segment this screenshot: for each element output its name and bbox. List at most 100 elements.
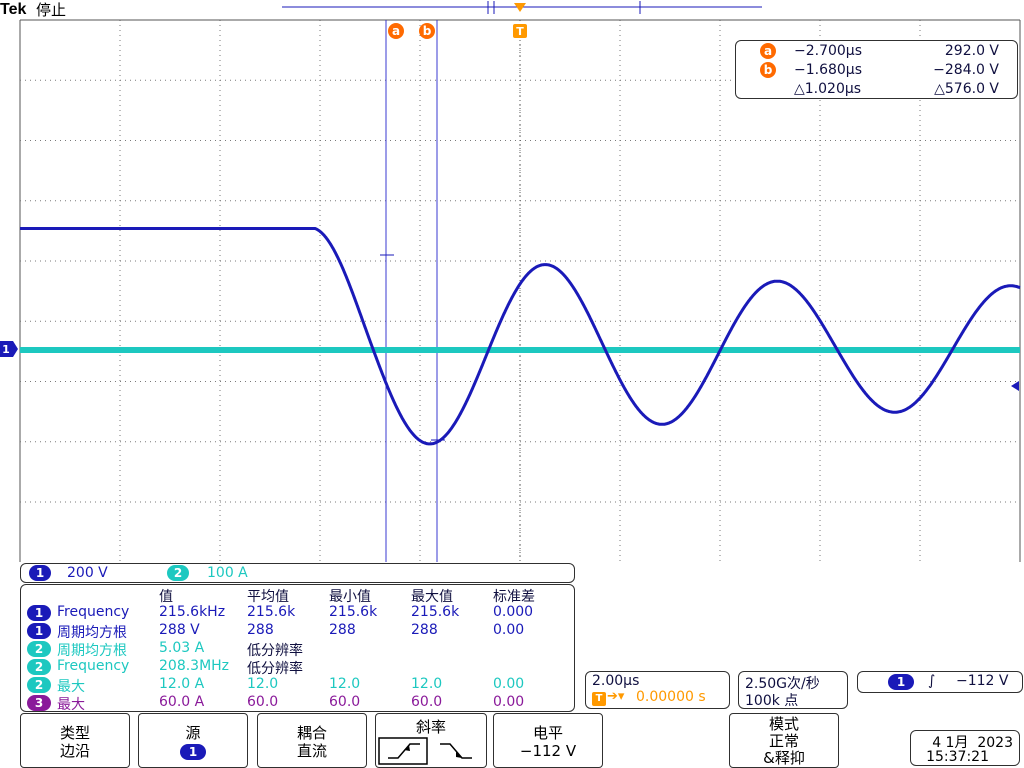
measurement-max: 60.0	[411, 694, 443, 710]
measurement-mean: 215.6k	[247, 604, 296, 620]
svg-text:T: T	[516, 25, 524, 38]
measurement-mean: 60.0	[247, 694, 279, 710]
measurement-min: 12.0	[329, 676, 361, 692]
horizontal-position: 0.00000 s	[636, 689, 706, 705]
measurement-name: Frequency	[57, 658, 130, 674]
cursor-a-row: a −2.700µs 292.0 V	[736, 43, 1017, 61]
measurement-channel-badge: 3	[27, 695, 51, 711]
menu-coupling-value: 直流	[296, 742, 327, 760]
measurement-mean: 288	[247, 622, 274, 638]
measurement-value: 215.6kHz	[159, 604, 226, 620]
measurement-row[interactable]: 2 周期均方根 5.03 A 低分辨率	[21, 640, 574, 659]
cursor-b-value: −284.0 V	[933, 62, 999, 78]
measurement-mean: 12.0	[247, 676, 279, 692]
arrow-right-icon: ➔▾	[607, 689, 625, 704]
record-length: 100k 点	[745, 693, 799, 709]
acquisition-panel[interactable]: 2.50G次/秒 100k 点	[738, 671, 848, 709]
cursor-b-row: b −1.680µs −284.0 V	[736, 62, 1017, 80]
measurement-channel-badge: 2	[27, 659, 51, 675]
ch2-badge[interactable]: 2	[167, 565, 189, 581]
menu-source-value: 1	[180, 744, 206, 760]
slope-selector	[378, 737, 472, 765]
measurement-channel-badge: 1	[27, 605, 51, 621]
cursor-b-time: −1.680µs	[794, 62, 863, 78]
measurement-row[interactable]: 3 最大 60.0 A 60.0 60.0 60.0 0.00	[21, 694, 574, 713]
trigger-level-arrow[interactable]	[1011, 381, 1019, 391]
measurement-name: 周期均方根	[57, 625, 127, 641]
menu-level-title: 电平	[532, 724, 563, 742]
measurement-std: 0.00	[493, 694, 525, 710]
header-max: 最大值	[411, 589, 453, 605]
header-std: 标准差	[493, 589, 535, 605]
header-mean: 平均值	[247, 589, 289, 605]
ch1-scale[interactable]: 200 V	[67, 565, 108, 581]
measurement-std: 0.000	[493, 604, 534, 620]
cursor-b-marker[interactable]: b	[419, 23, 435, 39]
measurement-min: 60.0	[329, 694, 361, 710]
cursor-b-badge: b	[760, 62, 776, 78]
ch1-badge[interactable]: 1	[29, 565, 51, 581]
cursor-delta-time: △1.020µs	[794, 81, 862, 97]
measurement-channel-badge: 2	[27, 641, 51, 657]
measurement-mean: 低分辨率	[247, 643, 303, 659]
menu-slope-title: 斜率	[415, 718, 446, 736]
measurement-min: 288	[329, 622, 356, 638]
measurement-row[interactable]: 1 周期均方根 288 V 288 288 288 0.00	[21, 622, 574, 641]
measurement-value: 60.0 A	[159, 694, 205, 710]
menu-type-title: 类型	[59, 724, 90, 742]
ch1-ground-marker[interactable]: 1	[0, 341, 18, 357]
measurement-channel-badge: 2	[27, 677, 51, 693]
cursor-readout-panel: a −2.700µs 292.0 V b −1.680µs −284.0 V △…	[735, 40, 1018, 99]
cursor-delta-value: △576.0 V	[934, 81, 999, 97]
trigger-source-badge: 1	[888, 674, 914, 690]
rising-edge-icon: ∫	[928, 673, 936, 689]
measurement-table: 值 平均值 最小值 最大值 标准差 1 Frequency 215.6kHz 215.…	[20, 584, 575, 713]
menu-level-button[interactable]: 电平 −112 V	[493, 713, 603, 768]
svg-text:1: 1	[2, 343, 10, 356]
date-time: 4 1月 2023 15:37:21	[910, 730, 1020, 766]
menu-source-button[interactable]: 源 1	[138, 713, 248, 768]
cursor-a-marker[interactable]: a	[388, 23, 404, 39]
measurement-name: 周期均方根	[57, 643, 127, 659]
menu-level-value: −112 V	[519, 742, 577, 760]
measurement-std: 0.00	[493, 622, 525, 638]
svg-text:b: b	[423, 24, 432, 38]
cursor-a-time: −2.700µs	[794, 43, 863, 59]
menu-type-value: 边沿	[59, 742, 90, 760]
channel-scale-bar: 1 200 V 2 100 A	[20, 563, 575, 583]
svg-text:a: a	[392, 24, 400, 38]
trigger-position-icon: T	[592, 692, 606, 706]
graticule	[19, 19, 1021, 562]
ch2-trace	[20, 347, 1020, 353]
cursor-a-value: 292.0 V	[944, 43, 999, 59]
measurement-value: 12.0 A	[159, 676, 205, 692]
measurement-std: 0.00	[493, 676, 525, 692]
trigger-readout[interactable]: 1 ∫ −112 V	[857, 671, 1023, 693]
measurement-value: 288 V	[159, 622, 200, 638]
timebase-panel[interactable]: 2.00µs T ➔▾ 0.00000 s	[585, 671, 730, 709]
ch2-scale[interactable]: 100 A	[207, 565, 248, 581]
time: 15:37:21	[926, 749, 989, 765]
measurement-row[interactable]: 2 最大 12.0 A 12.0 12.0 12.0 0.00	[21, 676, 574, 695]
menu-coupling-button[interactable]: 耦合 直流	[257, 713, 367, 768]
menu-source-title: 源	[185, 724, 201, 742]
trigger-level: −112 V	[956, 673, 1009, 689]
menu-slope-button[interactable]: 斜率	[375, 713, 487, 768]
measurement-max: 215.6k	[411, 604, 460, 620]
measurement-row[interactable]: 2 Frequency 208.3MHz 低分辨率	[21, 658, 574, 677]
cursor-a-badge: a	[760, 43, 776, 59]
menu-type-button[interactable]: 类型 边沿	[20, 713, 130, 768]
menu-mode-button[interactable]: 模式 正常 &释抑	[729, 713, 839, 768]
measurement-mean: 低分辨率	[247, 661, 303, 677]
measurement-name: 最大	[57, 679, 85, 695]
measurement-max: 288	[411, 622, 438, 638]
menu-mode-holdoff: &释抑	[763, 749, 805, 767]
measurement-name: Frequency	[57, 604, 130, 620]
measurement-channel-badge: 1	[27, 623, 51, 639]
measurement-name: 最大	[57, 697, 85, 713]
timebase-scale: 2.00µs	[592, 673, 640, 689]
measurement-max: 12.0	[411, 676, 443, 692]
measurement-min: 215.6k	[329, 604, 378, 620]
menu-mode-value: 正常	[768, 732, 799, 750]
measurement-row[interactable]: 1 Frequency 215.6kHz 215.6k 215.6k 215.6k 0.00…	[21, 604, 574, 622]
